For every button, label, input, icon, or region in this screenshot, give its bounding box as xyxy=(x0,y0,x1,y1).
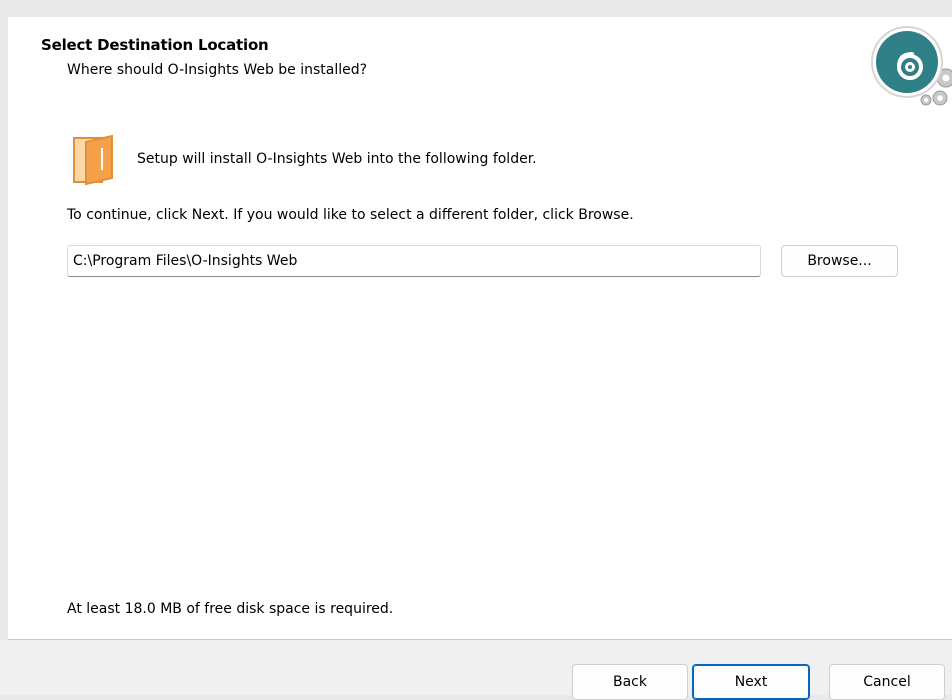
wizard-content-panel xyxy=(8,17,952,639)
o-insights-logo-icon xyxy=(866,18,952,114)
destination-path-input[interactable] xyxy=(67,245,761,277)
instructions-text: To continue, click Next. If you would li… xyxy=(67,207,634,223)
page-title: Select Destination Location xyxy=(41,36,269,54)
page-subtitle: Where should O-Insights Web be installed… xyxy=(67,62,368,78)
browse-button[interactable]: Browse... xyxy=(781,245,898,277)
disk-space-text: At least 18.0 MB of free disk space is r… xyxy=(67,601,394,617)
folder-icon xyxy=(72,134,116,186)
install-folder-text: Setup will install O-Insights Web into t… xyxy=(137,151,537,167)
